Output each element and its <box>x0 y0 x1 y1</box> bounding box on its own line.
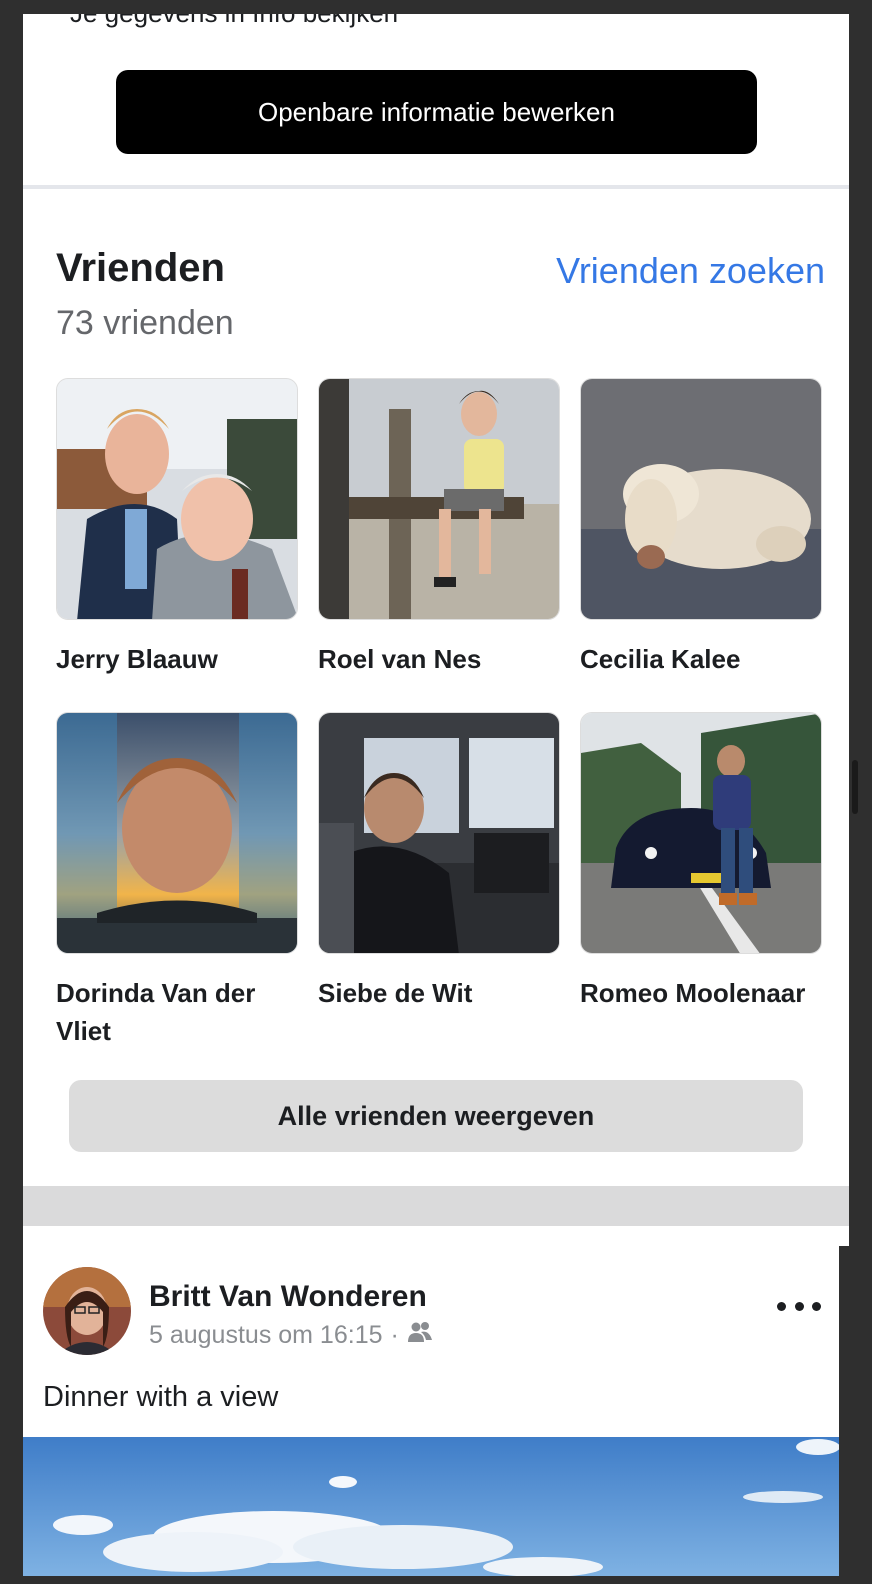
frame-edge <box>839 1246 849 1576</box>
friend-name[interactable]: Dorinda Van der Vliet <box>56 974 298 1064</box>
post-meta: 5 augustus om 16:15 · <box>149 1321 433 1350</box>
post-author-avatar[interactable] <box>43 1267 131 1355</box>
friend-name[interactable]: Cecilia Kalee <box>580 640 822 712</box>
scrollbar-thumb[interactable] <box>852 760 858 814</box>
friend-photo[interactable] <box>318 378 560 620</box>
friend-photo[interactable] <box>56 712 298 954</box>
friend-card[interactable]: Romeo Moolenaar <box>580 712 822 1064</box>
view-info-text[interactable]: Je gegevens in Info bekijken <box>70 14 398 29</box>
friend-photo[interactable] <box>56 378 298 620</box>
friends-grid: Jerry Blaauw Roel van Nes Cecilia Kalee … <box>56 378 822 1064</box>
profile-page: Je gegevens in Info bekijken Openbare in… <box>23 14 849 1576</box>
friend-card[interactable]: Jerry Blaauw <box>56 378 298 712</box>
find-friends-link[interactable]: Vrienden zoeken <box>556 250 825 292</box>
edit-public-info-button[interactable]: Openbare informatie bewerken <box>116 70 757 154</box>
friends-icon[interactable] <box>407 1321 433 1350</box>
friend-photo[interactable] <box>580 378 822 620</box>
post-timestamp[interactable]: 5 augustus om 16:15 <box>149 1321 383 1350</box>
all-friends-button[interactable]: Alle vrienden weergeven <box>69 1080 803 1152</box>
meta-separator: · <box>390 1321 399 1349</box>
friend-name[interactable]: Roel van Nes <box>318 640 560 712</box>
friend-card[interactable]: Siebe de Wit <box>318 712 560 1064</box>
friends-section-title: Vrienden <box>56 246 225 290</box>
friend-name[interactable]: Romeo Moolenaar <box>580 974 822 1064</box>
post-text: Dinner with a view <box>43 1381 279 1413</box>
friend-card[interactable]: Cecilia Kalee <box>580 378 822 712</box>
section-divider <box>23 185 849 189</box>
post-author-name[interactable]: Britt Van Wonderen <box>149 1280 427 1314</box>
post-photo[interactable] <box>23 1437 839 1576</box>
friend-name[interactable]: Siebe de Wit <box>318 974 560 1064</box>
more-options-icon[interactable] <box>777 1292 821 1320</box>
friends-count: 73 vrienden <box>56 304 234 342</box>
friend-photo[interactable] <box>318 712 560 954</box>
friend-name[interactable]: Jerry Blaauw <box>56 640 298 712</box>
friend-photo[interactable] <box>580 712 822 954</box>
friend-card[interactable]: Roel van Nes <box>318 378 560 712</box>
friend-card[interactable]: Dorinda Van der Vliet <box>56 712 298 1064</box>
section-divider <box>23 1186 849 1226</box>
